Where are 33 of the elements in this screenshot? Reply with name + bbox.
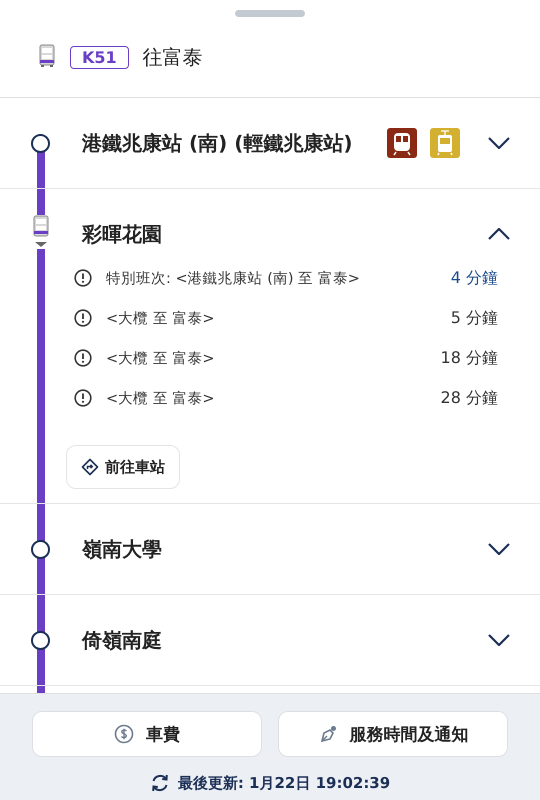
eta-time: 18 分鐘 [440, 348, 498, 368]
eta-time: 5 分鐘 [450, 308, 498, 328]
eta-time: 4 分鐘 [450, 268, 498, 288]
route-number: K51 [70, 46, 129, 68]
drag-handle[interactable] [235, 10, 305, 17]
stop-marker [31, 540, 50, 558]
info-icon [74, 389, 92, 407]
eta-remark: <大欖 至 富泰> [106, 390, 216, 408]
fare-button[interactable]: 車費 [32, 711, 262, 757]
eta-remark: <大欖 至 富泰> [106, 350, 216, 368]
refresh-icon[interactable] [150, 773, 170, 793]
info-icon [74, 349, 92, 367]
stop-name[interactable]: 倚嶺南庭 [82, 626, 460, 654]
stop-marker [31, 630, 50, 650]
service-notice-button[interactable]: 服務時間及通知 [278, 711, 508, 757]
dollar-icon [114, 724, 134, 744]
info-icon [74, 309, 92, 327]
bus-icon [38, 44, 56, 70]
stop-name[interactable]: 彩暉花園 [82, 220, 460, 248]
info-icon [74, 269, 92, 287]
stop-name[interactable]: 港鐵兆康站 (南) (輕鐵兆康站) [82, 130, 387, 156]
stop-marker [31, 134, 50, 152]
eta-time: 28 分鐘 [440, 388, 498, 408]
eta-remark: <大欖 至 富泰> [106, 310, 216, 328]
last-updated: 最後更新: 1月22日 19:02:39 [178, 774, 390, 792]
tram-icon [430, 128, 460, 158]
train-icon [387, 128, 417, 158]
route-destination: 往富泰 [142, 44, 203, 70]
go-to-stop-button[interactable]: 前往車站 [66, 445, 180, 489]
directions-icon [81, 458, 99, 476]
bus-position-icon [32, 215, 50, 249]
stop-name[interactable]: 嶺南大學 [82, 536, 460, 562]
eta-remark: 特別班次: <港鐵兆康站 (南) 至 富泰> [106, 270, 361, 288]
